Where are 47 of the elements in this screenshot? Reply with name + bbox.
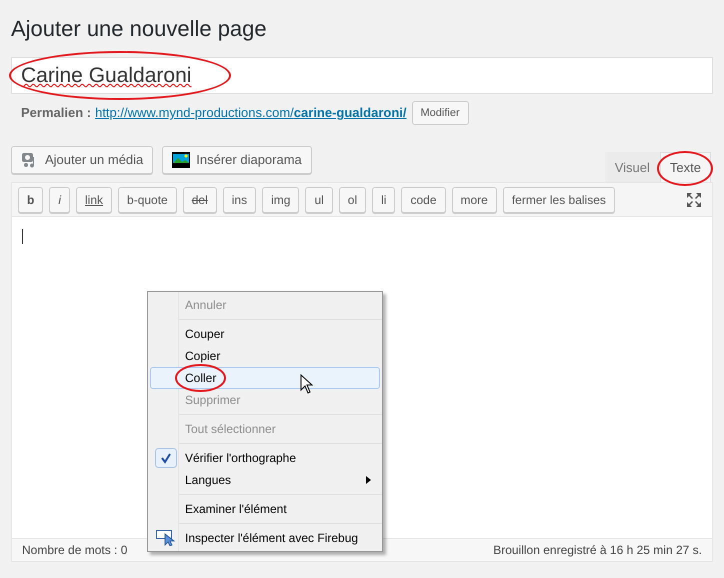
editor-tab[interactable]: Visuel [604, 152, 660, 182]
title-text: Carine Gualdaroni [21, 62, 192, 89]
menu-item[interactable]: Examiner l'élément [150, 498, 380, 520]
menu-item-label: Annuler [185, 298, 226, 312]
text-cursor [22, 229, 23, 244]
quicktag-button[interactable]: ol [338, 186, 366, 212]
draft-saved-text: Brouillon enregistré à 16 h 25 min 27 s. [493, 542, 702, 559]
menu-item[interactable]: Vérifier l'orthographe [150, 447, 380, 469]
quicktag-button[interactable]: del [182, 186, 217, 212]
permalink-label: Permalien : [21, 104, 92, 122]
fullscreen-icon [686, 192, 702, 208]
permalink-link[interactable]: http://www.mynd-productions.com/carine-gualdaroni/ [95, 103, 406, 123]
menu-item[interactable]: Copier [150, 345, 380, 367]
menu-item-label: Coller [185, 371, 216, 385]
quicktag-button[interactable]: b-quote [118, 186, 177, 212]
menu-item-label: Inspecter l'élément avec Firebug [185, 531, 358, 545]
quicktag-button[interactable]: li [372, 186, 396, 212]
quicktag-button[interactable]: link [76, 186, 112, 212]
quicktag-button[interactable]: i [49, 186, 70, 212]
quicktag-button[interactable]: ul [305, 186, 333, 212]
menu-item-label: Tout sélectionner [185, 422, 276, 436]
cursor-icon [156, 530, 176, 546]
editor-tab[interactable]: Texte [660, 152, 711, 182]
menu-item[interactable]: Inspecter l'élément avec Firebug [150, 527, 380, 549]
menu-item-label: Supprimer [185, 393, 240, 407]
page-heading: Ajouter une nouvelle page [11, 15, 268, 43]
menu-item-label: Couper [185, 327, 224, 341]
mouse-pointer-icon [300, 374, 313, 394]
quicktag-button[interactable]: code [401, 186, 446, 212]
media-button[interactable]: Ajouter un média [11, 146, 154, 174]
quicktag-button[interactable]: fermer les balises [502, 186, 615, 212]
edit-permalink-button[interactable]: Modifier [412, 101, 469, 125]
menu-item[interactable]: Couper [150, 323, 380, 345]
menu-item-label: Copier [185, 349, 220, 363]
menu-item[interactable]: Coller [150, 367, 380, 389]
landscape-icon [172, 152, 190, 168]
quicktag-button[interactable]: ins [222, 186, 256, 212]
word-count: Nombre de mots : 0 [22, 542, 128, 559]
quicktag-button[interactable]: img [262, 186, 300, 212]
menu-item[interactable]: Langues [150, 469, 380, 491]
quicktag-button[interactable]: more [452, 186, 497, 212]
quicktag-button[interactable]: b [18, 186, 44, 212]
menu-item-label: Langues [185, 473, 232, 487]
title-field[interactable]: Carine Gualdaroni [11, 57, 713, 94]
menu-item-label: Examiner l'élément [185, 502, 287, 516]
menu-item-label: Vérifier l'orthographe [185, 451, 296, 465]
media-button[interactable]: Insérer diaporama [162, 146, 312, 174]
